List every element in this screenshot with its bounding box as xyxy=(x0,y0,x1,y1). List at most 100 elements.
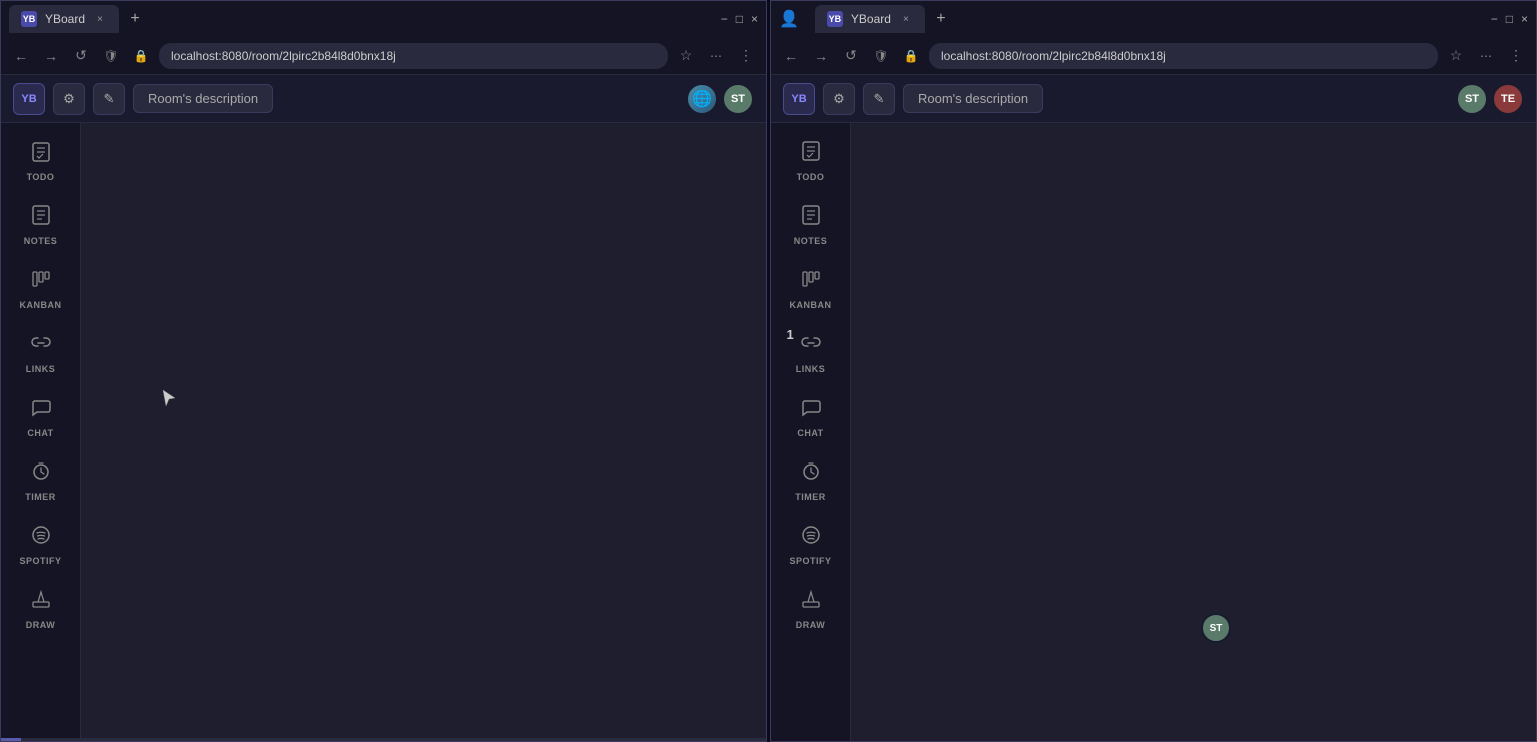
sidebar-item-links-left[interactable]: LINKS xyxy=(9,323,73,383)
sidebar-right: TODO NOTES xyxy=(771,123,851,741)
tab-title-right: YBoard xyxy=(851,12,891,26)
settings-btn-left[interactable]: ⚙ xyxy=(53,83,85,115)
edit-btn-right[interactable]: ✎ xyxy=(863,83,895,115)
sidebar-item-notes-right[interactable]: NOTES xyxy=(779,195,843,255)
url-input-right[interactable] xyxy=(929,43,1438,69)
yb-logo-left[interactable]: YB xyxy=(13,83,45,115)
sidebar-item-chat-left[interactable]: CHAT xyxy=(9,387,73,447)
chat-icon-right xyxy=(800,396,822,424)
app-header-left: YB ⚙ ✎ Room's description 🌐 ST xyxy=(1,75,766,123)
bookmark-btn-right[interactable]: ☆ xyxy=(1444,44,1468,68)
sidebar-left: TODO NOTES xyxy=(1,123,81,738)
forward-btn-right[interactable]: → xyxy=(809,44,833,68)
tab-new-right[interactable]: + xyxy=(929,7,953,31)
shield-icon-left: 🛡 xyxy=(99,44,123,68)
maximize-btn-left[interactable]: □ xyxy=(736,12,743,26)
timer-icon-right xyxy=(800,460,822,488)
window-controls-left: − □ × xyxy=(721,12,758,26)
tab-close-right[interactable]: × xyxy=(899,12,913,26)
room-description-right[interactable]: Room's description xyxy=(903,84,1043,113)
tab-bar-left: YB YBoard × + − □ × xyxy=(1,1,766,37)
extensions-btn-left[interactable]: ⋯ xyxy=(704,44,728,68)
forward-btn-left[interactable]: → xyxy=(39,44,63,68)
sidebar-item-kanban-left[interactable]: KANBAN xyxy=(9,259,73,319)
chat-icon-left xyxy=(30,396,52,424)
draw-icon-left xyxy=(30,588,52,616)
tab-left[interactable]: YB YBoard × xyxy=(9,5,119,33)
close-btn-left[interactable]: × xyxy=(751,12,758,26)
todo-icon-right xyxy=(800,140,822,168)
extensions-btn-right[interactable]: ⋯ xyxy=(1474,44,1498,68)
canvas-left[interactable] xyxy=(81,123,766,738)
notes-icon-left xyxy=(30,204,52,232)
tab-favicon-right: YB xyxy=(827,11,843,27)
todo-label-left: TODO xyxy=(27,172,55,182)
edit-btn-left[interactable]: ✎ xyxy=(93,83,125,115)
notes-icon-right xyxy=(800,204,822,232)
chat-label-right: CHAT xyxy=(797,428,823,438)
avatar-globe-left: 🌐 xyxy=(686,83,718,115)
timer-label-left: TIMER xyxy=(25,492,56,502)
minimize-btn-right[interactable]: − xyxy=(1491,12,1498,26)
tab-new-left[interactable]: + xyxy=(123,7,147,31)
avatar-st-left: ST xyxy=(722,83,754,115)
address-bar-left: ← → ↺ 🛡 🔒 ☆ ⋯ ⋮ xyxy=(1,37,766,75)
sidebar-item-timer-left[interactable]: TIMER xyxy=(9,451,73,511)
sidebar-item-todo-left[interactable]: TODO xyxy=(9,131,73,191)
maximize-btn-right[interactable]: □ xyxy=(1506,12,1513,26)
sidebar-item-spotify-right[interactable]: SPOTIFY xyxy=(779,515,843,575)
reload-btn-left[interactable]: ↺ xyxy=(69,44,93,68)
close-btn-right[interactable]: × xyxy=(1521,12,1528,26)
menu-btn-left[interactable]: ⋮ xyxy=(734,44,758,68)
lock-icon-right: 🔒 xyxy=(899,44,923,68)
todo-icon-left xyxy=(30,141,52,168)
sidebar-item-kanban-right[interactable]: KANBAN xyxy=(779,259,843,319)
url-input-left[interactable] xyxy=(159,43,668,69)
sidebar-item-draw-left[interactable]: DRAW xyxy=(9,579,73,639)
kanban-icon-left xyxy=(30,268,52,296)
sidebar-item-todo-right[interactable]: TODO xyxy=(779,131,843,191)
tab-close-left[interactable]: × xyxy=(93,12,107,26)
sidebar-item-spotify-left[interactable]: SPOTIFY xyxy=(9,515,73,575)
draw-label-right: DRAW xyxy=(796,620,826,630)
sidebar-item-links-right[interactable]: 1 LINKS xyxy=(779,323,843,383)
links-label-left: LINKS xyxy=(26,364,56,374)
canvas-right[interactable]: ST xyxy=(851,123,1536,741)
user-cursor-st: ST xyxy=(1201,613,1231,643)
sidebar-item-draw-right[interactable]: DRAW xyxy=(779,579,843,639)
minimize-btn-left[interactable]: − xyxy=(721,12,728,26)
app-header-right: YB ⚙ ✎ Room's description ST TE xyxy=(771,75,1536,123)
browser-window-right: 👤 YB YBoard × + − □ × ← → ↺ 🛡 🔒 ☆ ⋯ ⋮ YB… xyxy=(770,0,1537,742)
draw-label-left: DRAW xyxy=(26,620,56,630)
sidebar-item-chat-right[interactable]: CHAT xyxy=(779,387,843,447)
header-avatars-left: 🌐 ST xyxy=(686,83,754,115)
menu-btn-right[interactable]: ⋮ xyxy=(1504,44,1528,68)
bookmark-btn-left[interactable]: ☆ xyxy=(674,44,698,68)
kanban-label-left: KANBAN xyxy=(20,300,62,310)
window-controls-right: 👤 xyxy=(779,9,803,29)
settings-btn-right[interactable]: ⚙ xyxy=(823,83,855,115)
back-btn-left[interactable]: ← xyxy=(9,44,33,68)
progress-indicator-left xyxy=(1,738,21,741)
cursor-left xyxy=(161,388,177,413)
sidebar-item-timer-right[interactable]: TIMER xyxy=(779,451,843,511)
window-controls-min-right: − □ × xyxy=(1491,12,1528,26)
progress-bar-left xyxy=(1,738,766,741)
profile-icon-right: 👤 xyxy=(779,9,799,29)
tab-title-left: YBoard xyxy=(45,12,85,26)
sidebar-item-notes-left[interactable]: NOTES xyxy=(9,195,73,255)
lock-icon-left: 🔒 xyxy=(129,44,153,68)
kanban-label-right: KANBAN xyxy=(790,300,832,310)
avatar-te-right: TE xyxy=(1492,83,1524,115)
notes-label-left: NOTES xyxy=(24,236,58,246)
room-description-left[interactable]: Room's description xyxy=(133,84,273,113)
yb-logo-right[interactable]: YB xyxy=(783,83,815,115)
back-btn-right[interactable]: ← xyxy=(779,44,803,68)
tab-right[interactable]: YB YBoard × xyxy=(815,5,925,33)
tab-favicon-left: YB xyxy=(21,11,37,27)
browser-window-left: YB YBoard × + − □ × ← → ↺ 🛡 🔒 ☆ ⋯ ⋮ YB ⚙… xyxy=(0,0,767,742)
links-icon-left xyxy=(30,332,52,360)
badge-1-right: 1 xyxy=(787,327,794,342)
spotify-icon-right xyxy=(800,524,822,552)
reload-btn-right[interactable]: ↺ xyxy=(839,44,863,68)
